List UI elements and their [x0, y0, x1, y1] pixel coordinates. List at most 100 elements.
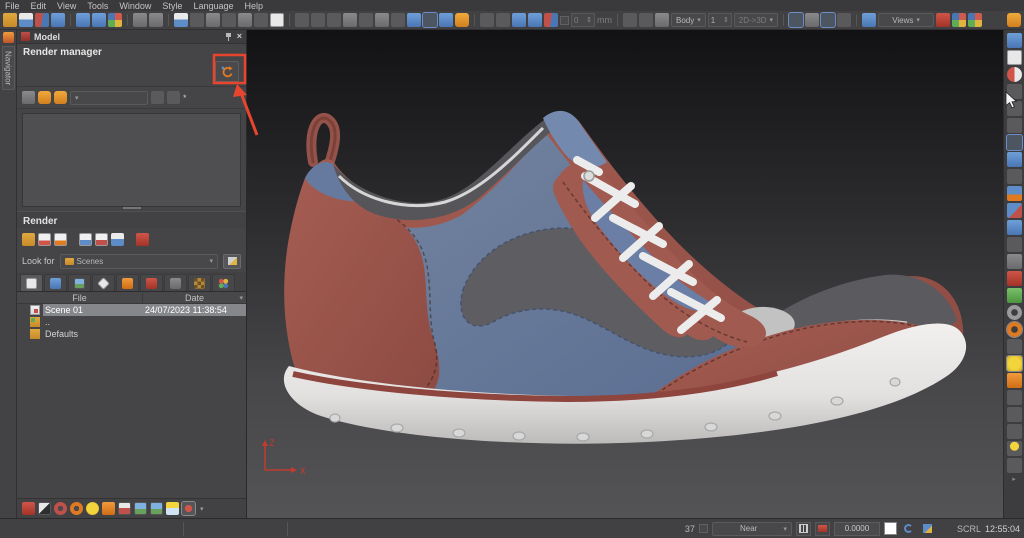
cursor-select-icon[interactable]: [423, 13, 437, 27]
heel-orange-icon[interactable]: [1007, 373, 1022, 388]
layers-2-icon[interactable]: [805, 13, 819, 27]
material-box-icon[interactable]: [1007, 237, 1022, 252]
new-scene-icon[interactable]: [38, 233, 51, 246]
apply-render-icon[interactable]: [136, 233, 149, 246]
update-render-button[interactable]: [215, 61, 239, 82]
table-row[interactable]: Defaults: [17, 328, 246, 340]
file-table-header[interactable]: File Date: [17, 292, 246, 304]
scene-folder-icon[interactable]: [1007, 203, 1022, 218]
coordinate-input[interactable]: 0.0000: [834, 522, 880, 536]
sole-ring-gray-icon[interactable]: [1007, 305, 1022, 320]
annotate-button[interactable]: [920, 522, 935, 536]
copy-icon[interactable]: [206, 13, 220, 27]
angle-spinner[interactable]: 0: [571, 13, 595, 27]
menu-view[interactable]: View: [57, 1, 76, 11]
export-scene-icon[interactable]: [95, 233, 108, 246]
edit-scene-icon[interactable]: [54, 233, 67, 246]
move-icon[interactable]: [512, 13, 526, 27]
zoom-search-icon[interactable]: [92, 13, 106, 27]
navigator-tab[interactable]: Navigator: [2, 46, 15, 90]
background-color-swatch[interactable]: [884, 522, 897, 535]
sync-button[interactable]: [901, 522, 916, 536]
mode-combo[interactable]: 2D->3D: [734, 13, 778, 27]
scissors-icon[interactable]: [1007, 458, 1022, 473]
column-date[interactable]: Date: [142, 293, 246, 303]
tab-camera[interactable]: [44, 274, 67, 291]
sun-cloud-icon[interactable]: [166, 502, 179, 515]
body-combo[interactable]: Body: [671, 13, 706, 27]
tab-document[interactable]: [20, 274, 43, 291]
delete-multi-icon[interactable]: [108, 13, 122, 27]
donut-red-icon[interactable]: [54, 502, 67, 515]
heel-orange-icon[interactable]: [102, 502, 115, 515]
active-view-icon[interactable]: [1007, 135, 1022, 150]
material-drop-icon[interactable]: [76, 13, 90, 27]
match-icon[interactable]: [254, 13, 268, 27]
snapshot-icon[interactable]: [1007, 169, 1022, 184]
curve-tool-icon[interactable]: [359, 13, 373, 27]
lock-icon[interactable]: [455, 13, 469, 27]
record-icon[interactable]: [182, 502, 195, 515]
rightbar-more-chevron[interactable]: ▸: [1012, 475, 1016, 483]
views-combo[interactable]: Views: [878, 13, 934, 27]
render-mode-button[interactable]: [815, 522, 830, 536]
menu-style[interactable]: Style: [162, 1, 182, 11]
tab-image[interactable]: [68, 274, 91, 291]
color-plane-icon[interactable]: [544, 13, 558, 27]
layers-1-icon[interactable]: [789, 13, 803, 27]
link-tool-icon[interactable]: [391, 13, 405, 27]
menu-file[interactable]: File: [5, 1, 20, 11]
export-bag-icon[interactable]: [51, 13, 65, 27]
lock-partial-icon[interactable]: [54, 91, 67, 104]
columns-icon[interactable]: [952, 13, 966, 27]
measure-tool-icon[interactable]: [190, 13, 204, 27]
tab-printer[interactable]: [164, 274, 187, 291]
render-grid-icon[interactable]: [1007, 50, 1022, 65]
pen-tool-icon[interactable]: [375, 13, 389, 27]
preset-combo[interactable]: [70, 91, 148, 105]
image-mountain-icon[interactable]: [150, 502, 163, 515]
camera-a-icon[interactable]: [1007, 84, 1022, 99]
save-icon[interactable]: [19, 13, 33, 27]
open-folder-icon[interactable]: [3, 13, 17, 27]
menu-window[interactable]: Window: [119, 1, 151, 11]
paste-icon[interactable]: [222, 13, 236, 27]
views-folder-icon[interactable]: [862, 13, 876, 27]
eraser-scene-icon[interactable]: [111, 233, 124, 246]
tab-material[interactable]: [92, 274, 115, 291]
curve-blue-icon[interactable]: [439, 13, 453, 27]
import-scene-icon[interactable]: [79, 233, 92, 246]
wedge-icon[interactable]: [1007, 339, 1022, 354]
person-add-icon[interactable]: [936, 13, 950, 27]
angle-snap-icon[interactable]: [480, 13, 494, 27]
shoe-green-icon[interactable]: [1007, 288, 1022, 303]
tab-pattern[interactable]: [188, 274, 211, 291]
camera-blue-icon[interactable]: [1007, 152, 1022, 167]
column-file[interactable]: File: [17, 293, 142, 303]
menu-edit[interactable]: Edit: [31, 1, 47, 11]
snap-checkbox[interactable]: [560, 16, 569, 25]
close-icon[interactable]: ×: [237, 32, 242, 41]
smiley-icon[interactable]: [86, 502, 99, 515]
near-combo[interactable]: Near: [712, 522, 792, 536]
menu-help[interactable]: Help: [244, 1, 263, 11]
tab-table[interactable]: [116, 274, 139, 291]
copy-state-icon[interactable]: [151, 91, 164, 104]
rotate-icon[interactable]: [528, 13, 542, 27]
table-row[interactable]: Scene 01 24/07/2023 11:38:54: [17, 304, 246, 316]
shoe-orange-icon[interactable]: [70, 502, 83, 515]
map-icon[interactable]: [968, 13, 982, 27]
image-red-icon[interactable]: [118, 502, 131, 515]
status-checkbox[interactable]: [699, 524, 708, 533]
tab-colors[interactable]: [212, 274, 235, 291]
people-icon[interactable]: [639, 13, 653, 27]
redo-icon[interactable]: [149, 13, 163, 27]
render-list-box[interactable]: [22, 113, 241, 207]
new-folder-icon[interactable]: [22, 233, 35, 246]
scenes-combo[interactable]: Scenes: [60, 254, 218, 269]
pencil-tool-icon[interactable]: [343, 13, 357, 27]
last-b-icon[interactable]: [1007, 407, 1022, 422]
table-row[interactable]: ..: [17, 316, 246, 328]
cursor-deselect-icon[interactable]: [407, 13, 421, 27]
pattern-check-icon[interactable]: [38, 502, 51, 515]
